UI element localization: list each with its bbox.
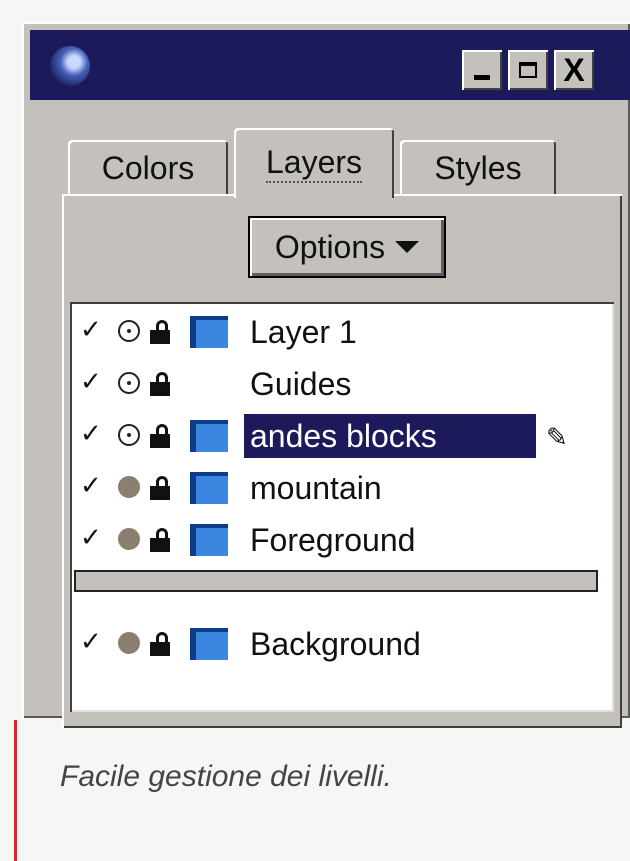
- checkmark-icon[interactable]: ✓: [80, 314, 102, 345]
- maximize-button[interactable]: [508, 50, 548, 90]
- tab-label: Colors: [101, 149, 195, 186]
- caption-rule: [14, 720, 17, 861]
- minimize-icon: [474, 74, 490, 80]
- layer-divider[interactable]: [74, 570, 598, 592]
- eye-open-icon[interactable]: [118, 372, 140, 394]
- unlock-icon[interactable]: [150, 320, 172, 344]
- tab-label: Styles: [434, 149, 522, 186]
- tab-styles[interactable]: Styles: [400, 140, 556, 196]
- eye-open-icon[interactable]: [118, 320, 140, 342]
- unlock-icon[interactable]: [150, 528, 172, 552]
- app-logo-icon[interactable]: [50, 46, 90, 86]
- layer-color-swatch: [190, 472, 228, 504]
- layer-row[interactable]: ✓ Foreground: [70, 516, 614, 568]
- checkmark-icon[interactable]: ✓: [80, 470, 102, 501]
- checkmark-icon[interactable]: ✓: [80, 522, 102, 553]
- layers-tab-panel: Options ✓ Layer 1 ✓ Guides ✓ andes block…: [62, 194, 622, 728]
- layer-name[interactable]: andes blocks: [244, 414, 536, 458]
- tab-label: Layers: [265, 144, 363, 183]
- layer-color-swatch: [190, 316, 228, 348]
- layers-panel-window: X Colors Layers Styles Options ✓ Layer 1…: [22, 22, 630, 728]
- layer-name[interactable]: Foreground: [244, 518, 421, 562]
- unlock-icon[interactable]: [150, 372, 172, 396]
- unlock-icon[interactable]: [150, 424, 172, 448]
- maximize-icon: [519, 62, 537, 78]
- chevron-down-icon: [395, 241, 420, 253]
- title-bar[interactable]: X: [30, 30, 630, 100]
- layer-name[interactable]: Guides: [244, 362, 357, 406]
- eye-filled-icon[interactable]: [118, 528, 140, 550]
- layer-name[interactable]: Background: [244, 622, 427, 666]
- layer-list[interactable]: ✓ Layer 1 ✓ Guides ✓ andes blocks ✎ ✓ mo…: [70, 302, 614, 712]
- eye-filled-icon[interactable]: [118, 632, 140, 654]
- checkmark-icon[interactable]: ✓: [80, 626, 102, 657]
- layer-row[interactable]: ✓ Layer 1: [70, 308, 614, 360]
- options-label: Options: [274, 228, 386, 265]
- layer-row[interactable]: ✓ Guides: [70, 360, 614, 412]
- minimize-button[interactable]: [462, 50, 502, 90]
- close-icon: X: [563, 52, 585, 88]
- layer-name[interactable]: mountain: [244, 466, 388, 510]
- layer-row[interactable]: ✓ Background: [70, 620, 614, 672]
- layer-color-swatch: [190, 420, 228, 452]
- layer-name[interactable]: Layer 1: [244, 310, 363, 354]
- options-button[interactable]: Options: [248, 216, 446, 278]
- eye-filled-icon[interactable]: [118, 476, 140, 498]
- layer-row-selected[interactable]: ✓ andes blocks ✎: [70, 412, 614, 464]
- tab-colors[interactable]: Colors: [68, 140, 228, 196]
- layer-row[interactable]: ✓ mountain: [70, 464, 614, 516]
- eye-open-icon[interactable]: [118, 424, 140, 446]
- checkmark-icon[interactable]: ✓: [80, 418, 102, 449]
- unlock-icon[interactable]: [150, 632, 172, 656]
- pen-icon: ✎: [546, 422, 568, 452]
- checkmark-icon[interactable]: ✓: [80, 366, 102, 397]
- layer-color-swatch: [190, 628, 228, 660]
- layer-color-swatch: [190, 524, 228, 556]
- caption: Facile gestione dei livelli.: [60, 760, 392, 793]
- unlock-icon[interactable]: [150, 476, 172, 500]
- close-button[interactable]: X: [554, 50, 594, 90]
- tab-layers[interactable]: Layers: [234, 128, 394, 198]
